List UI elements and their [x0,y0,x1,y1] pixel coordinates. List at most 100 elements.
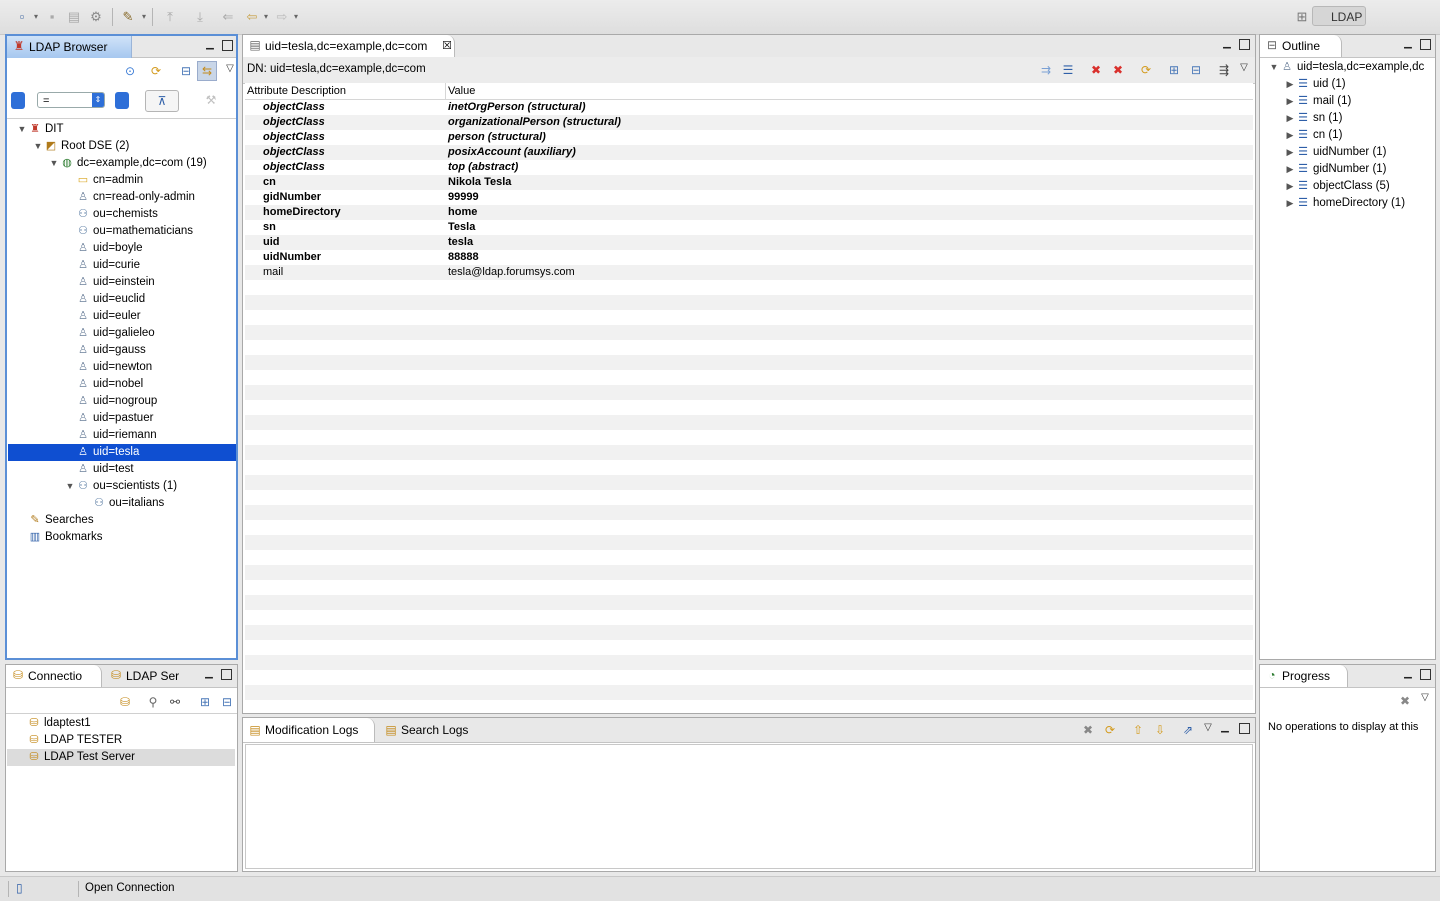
tree-item[interactable]: ⚇ ou=mathematicians [8,223,236,240]
attribute-row[interactable]: objectClass organizationalPerson (structu… [245,115,1253,130]
view-menu-icon[interactable]: ▽ [1235,59,1253,77]
arrow-up-icon[interactable]: ⇧ [1129,721,1147,739]
filter-left-arrow[interactable] [11,92,25,109]
minimize-icon[interactable]: ▁ [1402,38,1414,50]
tree-item[interactable]: ♙ uid=riemann [8,427,236,444]
minimize-icon[interactable]: ▁ [1221,38,1233,50]
hierarchy-button[interactable]: ⊼ [145,90,179,112]
tree-item[interactable]: ♙ uid=test [8,461,236,478]
tree-item[interactable]: ♙ uid=nogroup [8,393,236,410]
tab-outline[interactable]: ⊟ Outline [1260,35,1342,57]
outline-item[interactable]: ▶ ☰ cn (1) [1284,127,1343,144]
view-menu-icon[interactable]: ▽ [221,60,239,78]
attribute-row[interactable]: cn Nikola Tesla [245,175,1253,190]
gear-icon[interactable]: ⚙ [88,9,104,25]
collapsed-triangle-icon[interactable]: ▶ [1284,195,1296,212]
attribute-row[interactable]: gidNumber 99999 [245,190,1253,205]
new-value-icon[interactable]: ⇉ [1037,61,1055,79]
tree-item[interactable]: ♙ uid=euclid [8,291,236,308]
maximize-icon[interactable] [221,669,232,680]
outline-item[interactable]: ▶ ☰ homeDirectory (1) [1284,195,1406,212]
collapse-search-icon[interactable]: ⊙ [121,62,139,80]
attribute-row[interactable]: uid tesla [245,235,1253,250]
tree-item[interactable]: ♙ uid=gauss [8,342,236,359]
new-connection-icon[interactable]: ⛁ [116,693,134,711]
collapsed-triangle-icon[interactable]: ▶ [1284,178,1296,195]
refresh-icon[interactable]: ⟳ [147,62,165,80]
tab-entry-editor[interactable]: ▤ uid=tesla,dc=example,dc=com ☒ [243,35,455,57]
attribute-row[interactable]: objectClass posixAccount (auxiliary) [245,145,1253,160]
minimize-icon[interactable]: ▁ [203,668,215,680]
expand-triangle-icon[interactable]: ▼ [1268,59,1280,76]
collapse-all-icon[interactable]: ⊟ [1187,61,1205,79]
tab-modification-logs[interactable]: ▤ Modification Logs [243,718,375,742]
tab-search-logs[interactable]: ▤ Search Logs [379,718,475,742]
tree-item[interactable]: ▼ ♜ DIT [8,121,236,138]
collapse-all-icon[interactable]: ⊟ [218,693,236,711]
outline-item[interactable]: ▶ ☰ gidNumber (1) [1284,161,1387,178]
clear-icon[interactable]: ✖ [1079,721,1097,739]
search-dropdown-icon[interactable]: ▾ [136,9,152,25]
tree-item[interactable]: ♙ uid=einstein [8,274,236,291]
outline-item[interactable]: ▶ ☰ uid (1) [1284,76,1346,93]
expand-all-icon[interactable]: ⊞ [196,693,214,711]
outline-item[interactable]: ▶ ☰ objectClass (5) [1284,178,1390,195]
back-dropdown-icon[interactable]: ▾ [258,9,274,25]
tree-item[interactable]: ⚇ ou=chemists [8,206,236,223]
attribute-row[interactable]: uidNumber 88888 [245,250,1253,265]
collapsed-triangle-icon[interactable]: ▶ [1284,93,1296,110]
collapsed-triangle-icon[interactable]: ▶ [1284,161,1296,178]
maximize-icon[interactable] [1239,39,1250,50]
minimize-icon[interactable]: ▁ [1219,722,1231,734]
maximize-icon[interactable] [1420,39,1431,50]
connection-item[interactable]: ⛁ LDAP Test Server [7,749,235,766]
maximize-icon[interactable] [1420,669,1431,680]
last-edit-icon[interactable]: ⇐ [220,9,236,25]
expand-triangle-icon[interactable]: ▼ [48,155,60,172]
attribute-row[interactable]: sn Tesla [245,220,1253,235]
maximize-icon[interactable] [1239,723,1250,734]
link-with-editor-icon[interactable]: ⇆ [197,61,217,81]
delete-icon[interactable]: ✖ [1087,61,1105,79]
tab-progress[interactable]: ◔ Progress [1260,665,1348,687]
arrow-down-icon[interactable]: ⇩ [1151,721,1169,739]
minimize-icon[interactable]: ▁ [204,39,216,51]
tree-item[interactable]: ▼ ◩ Root DSE (2) [8,138,236,155]
outline-item[interactable]: ▶ ☰ sn (1) [1284,110,1343,127]
tree-item[interactable]: ♙ uid=pastuer [8,410,236,427]
remove-all-icon[interactable]: ✖ [1396,692,1414,710]
collapsed-triangle-icon[interactable]: ▶ [1284,76,1296,93]
print-icon[interactable]: ▤ [66,9,82,25]
delete-all-icon[interactable]: ✖ [1109,61,1127,79]
refresh-icon[interactable]: ⟳ [1101,721,1119,739]
tree-item[interactable]: ✎ Searches [8,512,236,529]
column-header-attribute[interactable]: Attribute Description [247,85,346,97]
attribute-row[interactable]: objectClass inetOrgPerson (structural) [245,100,1253,115]
outline-item[interactable]: ▶ ☰ uidNumber (1) [1284,144,1387,161]
filter-operator-select[interactable]: = ⇕ [37,92,105,108]
open-perspective-icon[interactable]: ⊞ [1294,9,1310,25]
filter-right-arrow[interactable] [115,92,129,109]
expand-triangle-icon[interactable]: ▼ [16,121,28,138]
collapse-all-icon[interactable]: ⊟ [177,62,195,80]
collapsed-triangle-icon[interactable]: ▶ [1284,127,1296,144]
outline-item[interactable]: ▶ ☰ mail (1) [1284,93,1352,110]
perspective-ldap-button[interactable]: LDAP [1312,6,1366,26]
outline-root[interactable]: ▼ ♙ uid=tesla,dc=example,dc [1268,59,1425,76]
save-icon[interactable]: ▪ [44,9,60,25]
expand-all-icon[interactable]: ⊞ [1165,61,1183,79]
new-connection-status-icon[interactable]: ▯ [16,881,23,895]
tree-item[interactable]: ♙ uid=tesla [8,444,236,461]
tree-item[interactable]: ▼ ◍ dc=example,dc=com (19) [8,155,236,172]
tree-item[interactable]: ♙ uid=boyle [8,240,236,257]
prev-annotation-icon[interactable]: ⤒ [162,9,178,25]
attribute-row[interactable]: objectClass top (abstract) [245,160,1253,175]
tree-item[interactable]: ▼ ⚇ ou=scientists (1) [8,478,236,495]
forward-dropdown-icon[interactable]: ▾ [288,9,304,25]
tab-ldap-browser[interactable]: ♜ LDAP Browser [7,36,132,58]
connection-item[interactable]: ⛁ LDAP TESTER [7,732,235,749]
filter-wand-button[interactable]: ⚒ [195,90,227,110]
tree-item[interactable]: ▥ Bookmarks [8,529,236,546]
new-attribute-icon[interactable]: ☰ [1059,61,1077,79]
attribute-row[interactable]: mail tesla@ldap.forumsys.com [245,265,1253,280]
